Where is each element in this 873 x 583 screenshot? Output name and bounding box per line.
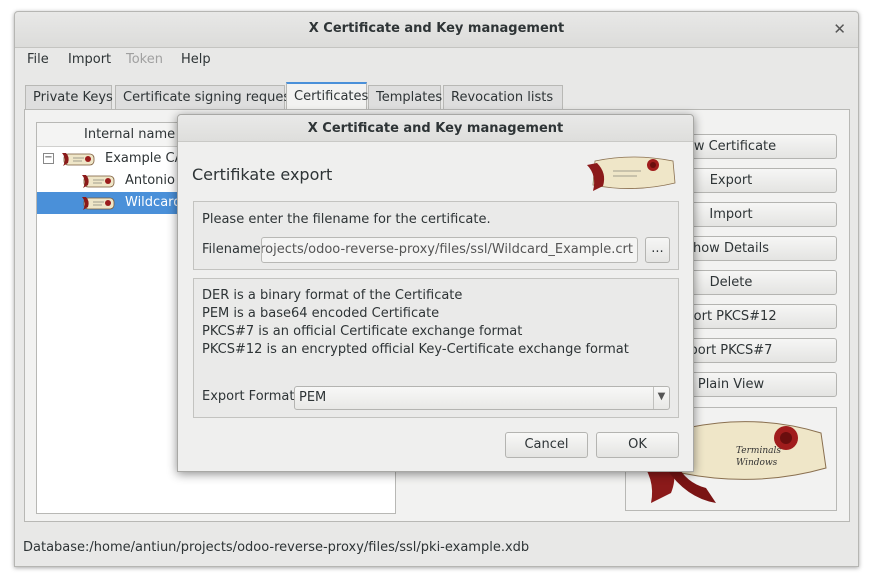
menu-token: Token (126, 52, 163, 67)
close-icon[interactable]: ✕ (833, 20, 846, 38)
tab-certificate-signing-requests[interactable]: Certificate signing requests (115, 85, 302, 110)
tree-item-label: Example CA (105, 151, 184, 166)
status-bar: Database:/home/antiun/projects/odoo-reve… (23, 540, 530, 555)
chevron-down-icon[interactable]: ▼ (653, 387, 669, 409)
svg-text:Windows: Windows (736, 458, 778, 468)
dialog-heading: Certifikate export (192, 165, 333, 184)
export-dialog: X Certificate and Key management Certifi… (177, 114, 694, 472)
ok-button[interactable]: OK (596, 432, 679, 458)
tree-item-label: Wildcard (125, 195, 182, 210)
dialog-title: X Certificate and Key management (307, 121, 564, 136)
format-group: DER is a binary format of the Certificat… (193, 278, 679, 418)
export-format-select[interactable]: PEM ▼ (294, 386, 670, 410)
menu-file[interactable]: File (27, 52, 49, 67)
tab-revocation-lists[interactable]: Revocation lists (443, 85, 563, 110)
tab-templates[interactable]: Templates (368, 85, 442, 110)
menu-help[interactable]: Help (181, 52, 211, 67)
certificate-scroll-icon (62, 153, 95, 166)
dialog-titlebar[interactable]: X Certificate and Key management (178, 115, 693, 142)
certificate-scroll-logo-icon (587, 156, 676, 191)
export-format-value: PEM (299, 390, 327, 405)
svg-text:Terminals: Terminals (736, 446, 781, 456)
cancel-button[interactable]: Cancel (505, 432, 588, 458)
tab-private-keys[interactable]: Private Keys (25, 85, 113, 110)
filename-group: Please enter the filename for the certif… (193, 201, 679, 270)
filename-label: Filename (202, 242, 261, 257)
window-titlebar[interactable]: X Certificate and Key management ✕ (15, 12, 858, 48)
export-format-label: Export Format (202, 389, 295, 404)
browse-button[interactable]: ... (645, 237, 670, 263)
menu-import[interactable]: Import (68, 52, 111, 67)
format-info-line: PKCS#7 is an official Certificate exchan… (202, 324, 523, 339)
column-internal-name[interactable]: Internal name (84, 127, 175, 142)
certificate-scroll-icon (82, 197, 115, 210)
instruction-text: Please enter the filename for the certif… (202, 212, 491, 227)
format-info-line: PEM is a base64 encoded Certificate (202, 306, 440, 321)
filename-input[interactable]: /home/antiun/projects/odoo-reverse-proxy… (261, 237, 638, 263)
window-title: X Certificate and Key management (308, 21, 565, 36)
tab-certificates[interactable]: Certificates (286, 82, 368, 111)
certificate-scroll-icon (82, 175, 115, 188)
format-info-line: DER is a binary format of the Certificat… (202, 288, 463, 303)
collapse-icon[interactable]: − (43, 153, 54, 164)
format-info-line: PKCS#12 is an encrypted official Key-Cer… (202, 342, 629, 357)
